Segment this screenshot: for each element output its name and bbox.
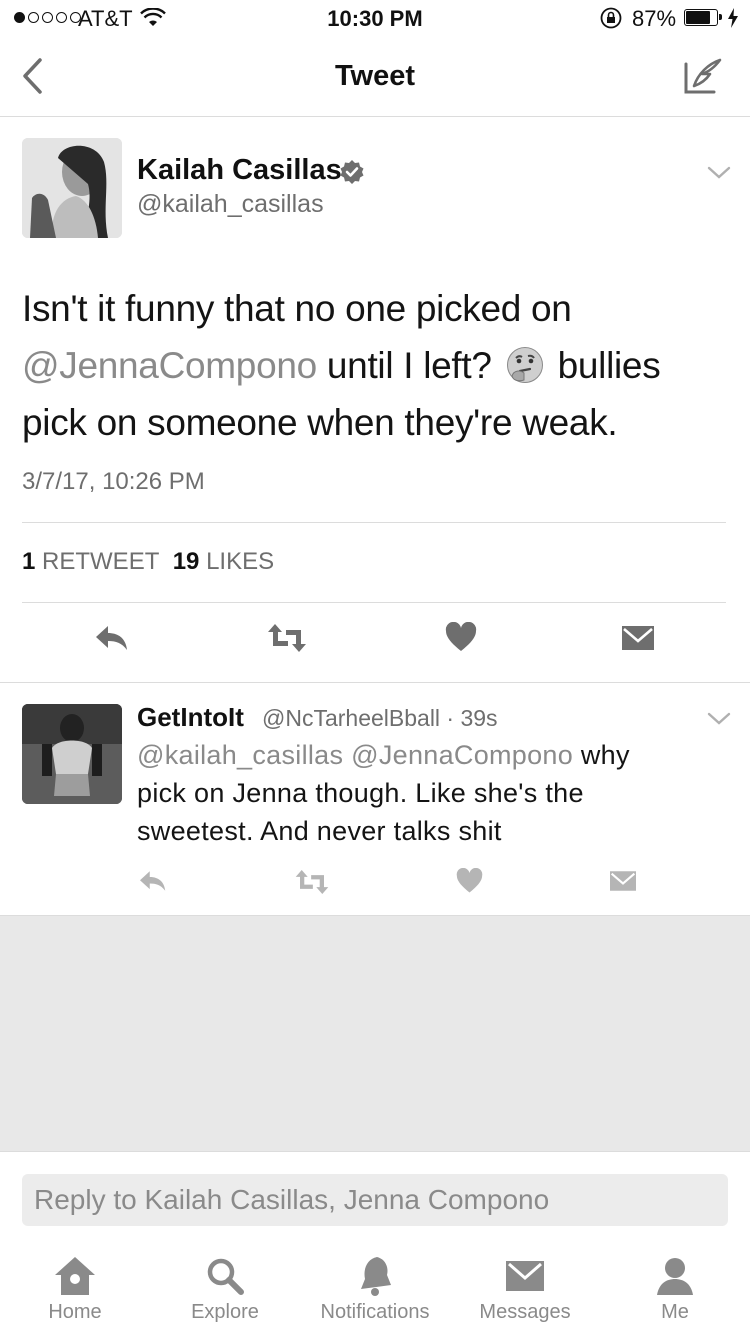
mention-link[interactable]: @JennaCompono <box>22 345 317 386</box>
battery-percent: 87% <box>632 6 677 31</box>
retweet-label[interactable]: RETWEET <box>42 548 159 575</box>
status-bar: AT&T 10:30 PM 87% <box>0 0 750 40</box>
reply-line: pick on Jenna though. Like she's the <box>137 778 584 808</box>
empty-area <box>0 915 750 1152</box>
like-count[interactable]: 19 <box>173 548 200 575</box>
nav-bar: Tweet <box>0 40 750 117</box>
reply-author-handle[interactable]: @NcTarheelBball · 39s <box>262 705 498 732</box>
avatar[interactable] <box>22 138 122 238</box>
reply-icon[interactable] <box>138 868 168 899</box>
reply-text-part: why <box>573 740 630 770</box>
charging-icon <box>727 8 739 34</box>
battery-icon <box>684 9 722 26</box>
page-title: Tweet <box>334 60 416 92</box>
tweet-text-part: Isn't it funny that no one picked on <box>22 288 572 329</box>
divider <box>22 522 726 523</box>
tab-label: Home <box>48 1301 102 1323</box>
reply-icon[interactable] <box>94 622 130 659</box>
tab-label: Explore <box>191 1301 259 1323</box>
search-icon <box>207 1258 244 1295</box>
reply-line: @kailah_casillas @JennaCompono why <box>137 736 717 774</box>
rotation-lock-icon <box>599 6 623 36</box>
tab-notifications[interactable]: Notifications <box>300 1255 450 1324</box>
person-icon <box>657 1258 693 1295</box>
divider <box>0 682 750 683</box>
tab-label: Me <box>661 1301 689 1323</box>
heart-icon[interactable] <box>456 867 483 900</box>
direct-message-icon[interactable] <box>608 868 638 899</box>
verified-badge-icon <box>339 159 365 190</box>
avatar[interactable] <box>22 704 122 804</box>
home-icon <box>55 1257 95 1295</box>
tab-messages[interactable]: Messages <box>450 1255 600 1324</box>
tweet-timestamp: 3/7/17, 10:26 PM <box>22 468 205 495</box>
bell-icon <box>361 1257 391 1296</box>
mention-link[interactable]: @kailah_casillas <box>137 740 343 770</box>
tab-bar: Home Explore Notifications Messages Me <box>0 1241 750 1333</box>
like-label[interactable]: LIKES <box>206 548 274 575</box>
envelope-icon <box>506 1261 544 1291</box>
retweet-count[interactable]: 1 <box>22 548 35 575</box>
direct-message-icon[interactable] <box>620 622 656 659</box>
tab-me[interactable]: Me <box>600 1255 750 1324</box>
tab-label: Messages <box>479 1301 571 1323</box>
tab-label: Notifications <box>320 1301 430 1323</box>
tab-home[interactable]: Home <box>0 1255 150 1324</box>
tab-explore[interactable]: Explore <box>150 1255 300 1324</box>
reply-line: sweetest. And never talks shit <box>137 816 502 846</box>
tweet-text-part: until I left? <box>316 345 502 386</box>
divider <box>22 602 726 603</box>
tweet-author-handle[interactable]: @kailah_casillas <box>137 190 324 219</box>
thinking-face-icon <box>506 347 543 383</box>
reply-input[interactable] <box>22 1174 728 1226</box>
tweet-text: Isn't it funny that no one picked on @Je… <box>22 280 722 451</box>
tweet-author-name[interactable]: Kailah Casillas <box>137 154 342 187</box>
compose-icon[interactable] <box>680 54 726 105</box>
reply-author-name[interactable]: GetIntoIt <box>137 702 244 733</box>
reply-text: @kailah_casillas @JennaCompono why pick … <box>137 736 717 850</box>
tweet-stats: 1 RETWEET 19 LIKES <box>22 548 274 576</box>
retweet-icon[interactable] <box>266 622 308 659</box>
heart-icon[interactable] <box>445 621 477 659</box>
chevron-down-icon[interactable] <box>706 710 732 733</box>
retweet-icon[interactable] <box>294 868 330 901</box>
mention-link[interactable]: @JennaCompono <box>351 740 573 770</box>
chevron-down-icon[interactable] <box>706 164 732 187</box>
